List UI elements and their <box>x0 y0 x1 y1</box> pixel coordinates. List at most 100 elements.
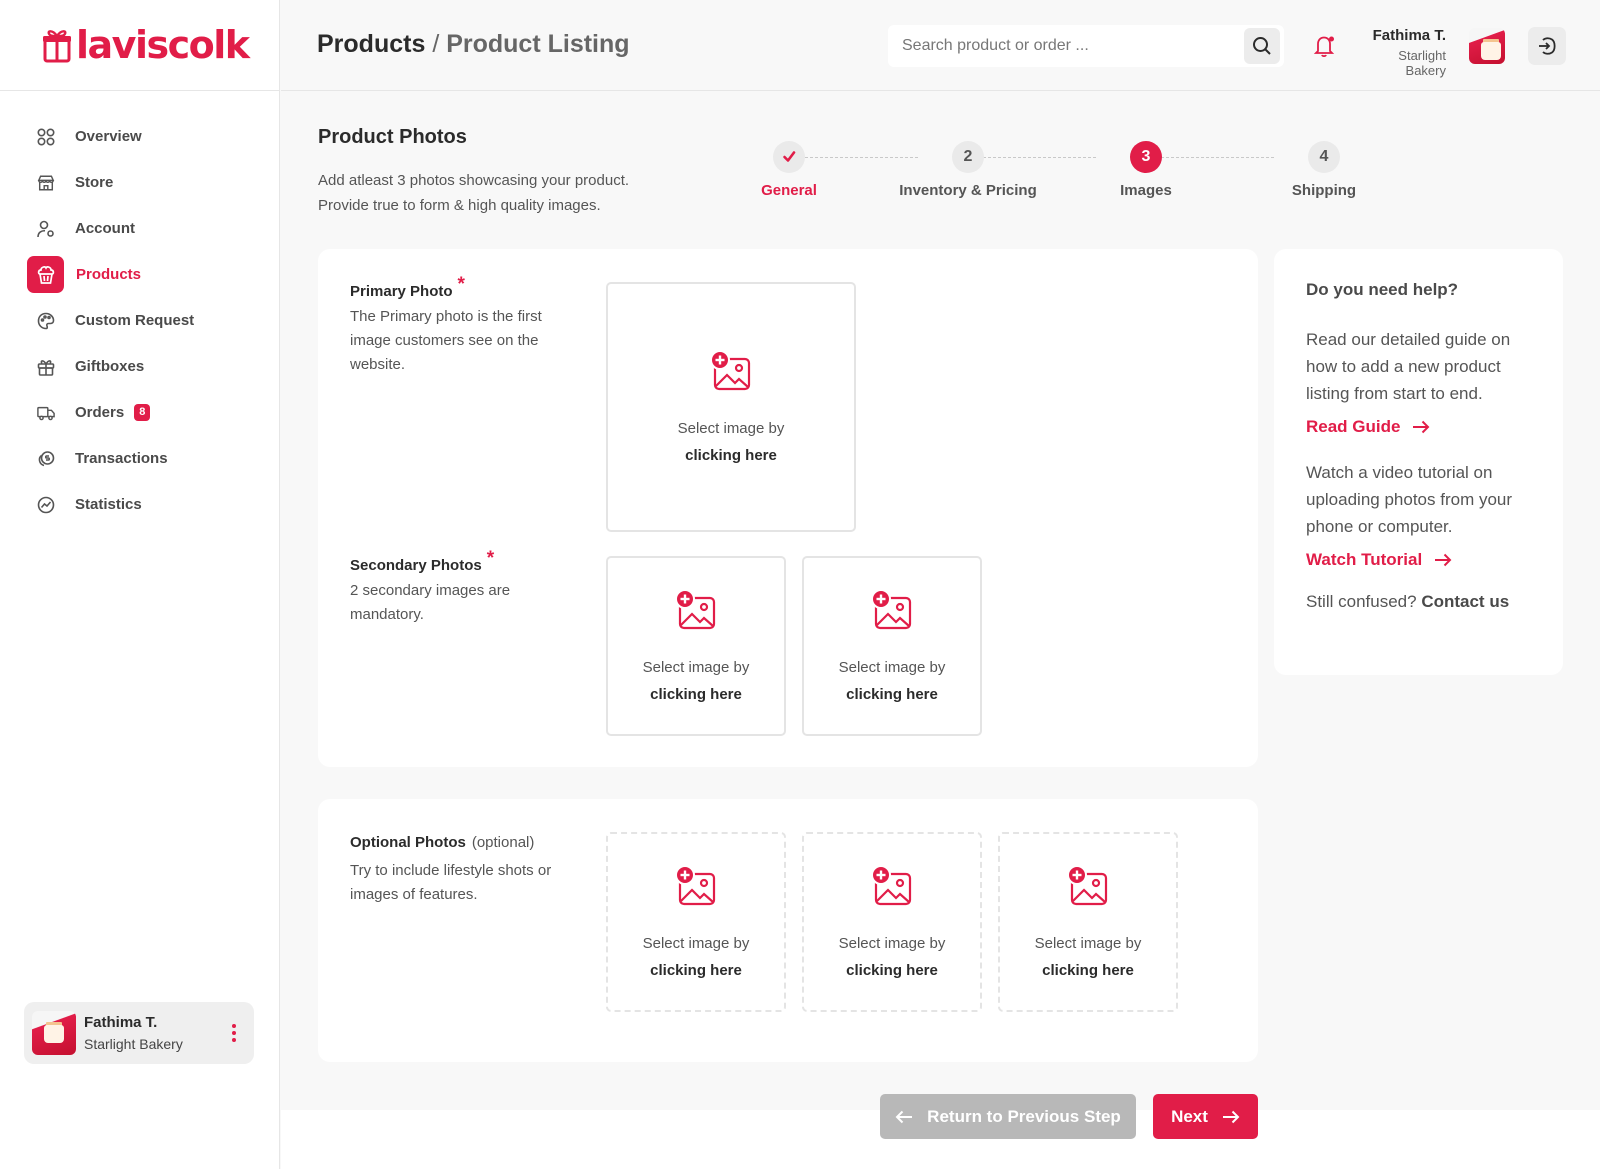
coins-icon <box>37 450 55 468</box>
step-label: Shipping <box>1291 182 1357 199</box>
breadcrumb: Products / Product Listing <box>317 30 630 59</box>
add-image-icon <box>1067 865 1108 906</box>
chart-icon <box>37 496 55 514</box>
sidebar: laviscolk Overview Store Account Product… <box>0 0 280 1169</box>
upload-cta: clicking here <box>1042 962 1134 979</box>
brand-logo[interactable]: laviscolk <box>42 26 250 64</box>
required-mark: * <box>486 548 495 569</box>
arrow-right-icon <box>1435 553 1452 567</box>
help-video-text: Watch a video tutorial on uploading phot… <box>1306 463 1513 536</box>
user-gear-icon <box>37 220 55 238</box>
sidebar-item-giftboxes[interactable]: Giftboxes <box>27 348 252 385</box>
required-mark: * <box>457 274 465 295</box>
step-images[interactable]: 3 Images <box>1066 141 1226 199</box>
section-description: Add atleast 3 photos showcasing your pro… <box>318 168 678 218</box>
upload-hint: Select image by <box>838 659 946 676</box>
return-previous-step-button[interactable]: Return to Previous Step <box>880 1094 1136 1139</box>
watch-tutorial-label: Watch Tutorial <box>1306 550 1423 569</box>
search-input[interactable] <box>888 25 1238 67</box>
sidebar-item-custom-request[interactable]: Custom Request <box>27 302 252 339</box>
secondary-photo-upload-2[interactable]: Select image by clicking here <box>802 556 982 736</box>
arrow-left-icon <box>895 1110 913 1123</box>
read-guide-label: Read Guide <box>1306 417 1401 436</box>
logo-area: laviscolk <box>0 0 279 91</box>
sidebar-item-statistics[interactable]: Statistics <box>27 486 252 523</box>
step-general[interactable]: General <box>709 141 869 199</box>
user-store: Starlight Bakery <box>84 1036 183 1052</box>
step-label: Images <box>1120 182 1172 199</box>
read-guide-link[interactable]: Read Guide <box>1306 417 1563 437</box>
step-number: 4 <box>1308 141 1340 173</box>
arrow-right-icon <box>1413 420 1430 434</box>
palette-icon <box>37 312 55 330</box>
optional-note: (optional) <box>471 834 535 851</box>
breadcrumb-product-listing: Product Listing <box>446 30 630 58</box>
add-image-icon <box>710 350 751 391</box>
sidebar-item-transactions[interactable]: Transactions <box>27 440 252 477</box>
secondary-photo-upload-1[interactable]: Select image by clicking here <box>606 556 786 736</box>
top-header: Products / Product Listing Fathima T. St… <box>281 0 1600 91</box>
gift-icon <box>37 358 55 376</box>
optional-photos-title: Optional Photos <box>350 834 466 851</box>
sidebar-item-label: Orders <box>75 404 125 421</box>
header-avatar[interactable] <box>1469 28 1505 64</box>
search-button[interactable] <box>1244 28 1280 64</box>
search-icon <box>1253 37 1271 55</box>
bell-icon <box>1313 36 1335 58</box>
secondary-photos-title: Secondary Photos <box>350 557 482 574</box>
more-options-icon[interactable] <box>222 1024 246 1042</box>
optional-photo-upload-2[interactable]: Select image by clicking here <box>802 832 982 1012</box>
sidebar-item-orders[interactable]: Orders 8 <box>27 394 252 431</box>
upload-hint: Select image by <box>642 659 750 676</box>
primary-photo-title: Primary Photo <box>350 283 453 300</box>
sidebar-item-products[interactable]: Products <box>27 256 252 293</box>
avatar <box>32 1011 76 1055</box>
optional-photos-label: Optional Photos (optional) <box>350 834 534 851</box>
next-button[interactable]: Next <box>1153 1094 1258 1139</box>
upload-hint: Select image by <box>1034 935 1142 952</box>
desc-line: Try to include lifestyle shots or <box>350 862 552 879</box>
watch-tutorial-link[interactable]: Watch Tutorial <box>1306 550 1563 570</box>
sidebar-item-overview[interactable]: Overview <box>27 118 252 155</box>
upload-hint: Select image by <box>838 935 946 952</box>
sidebar-user-card[interactable]: Fathima T. Starlight Bakery <box>24 1002 254 1064</box>
sidebar-item-label: Custom Request <box>75 312 195 329</box>
avatar <box>1469 28 1505 64</box>
step-shipping[interactable]: 4 Shipping <box>1244 141 1404 199</box>
help-contact-line: Still confused? Contact us <box>1306 592 1563 612</box>
secondary-photos-desc: 2 secondary images are mandatory. <box>350 579 580 627</box>
add-image-icon <box>871 865 912 906</box>
breadcrumb-products[interactable]: Products <box>317 30 425 58</box>
sidebar-item-store[interactable]: Store <box>27 164 252 201</box>
upload-cta: clicking here <box>846 962 938 979</box>
sidebar-item-label: Overview <box>75 128 142 145</box>
upload-cta: clicking here <box>846 686 938 703</box>
sidebar-item-label: Transactions <box>75 450 168 467</box>
optional-photo-upload-3[interactable]: Select image by clicking here <box>998 832 1178 1012</box>
gift-logo-icon <box>43 30 71 63</box>
primary-photo-upload[interactable]: Select image by clicking here <box>606 282 856 532</box>
contact-us-link[interactable]: Contact us <box>1421 592 1509 611</box>
desc-line: mandatory. <box>350 606 424 623</box>
step-label: Inventory & Pricing <box>899 182 1037 199</box>
cupcake-icon <box>27 256 64 293</box>
return-previous-step-label: Return to Previous Step <box>927 1106 1121 1126</box>
help-card: Do you need help? Read our detailed guid… <box>1274 249 1563 675</box>
search-box <box>888 25 1284 67</box>
optional-photos-desc: Try to include lifestyle shots or images… <box>350 859 590 907</box>
optional-photos-card: Optional Photos (optional) Try to include… <box>318 799 1258 1062</box>
step-inventory-pricing[interactable]: 2 Inventory & Pricing <box>888 141 1048 199</box>
primary-photo-desc: The Primary photo is the first image cus… <box>350 305 580 377</box>
add-image-icon <box>675 865 716 906</box>
orders-count-badge: 8 <box>134 404 151 421</box>
optional-photo-upload-1[interactable]: Select image by clicking here <box>606 832 786 1012</box>
add-image-icon <box>871 589 912 630</box>
help-confused-text: Still confused? <box>1306 592 1417 611</box>
upload-hint: Select image by <box>642 935 750 952</box>
section-desc-line: Provide true to form & high quality imag… <box>318 197 601 214</box>
notifications-button[interactable] <box>1312 33 1338 59</box>
logout-button[interactable] <box>1528 27 1566 65</box>
user-name: Fathima T. <box>84 1014 158 1031</box>
sidebar-item-label: Account <box>75 220 135 237</box>
sidebar-item-account[interactable]: Account <box>27 210 252 247</box>
